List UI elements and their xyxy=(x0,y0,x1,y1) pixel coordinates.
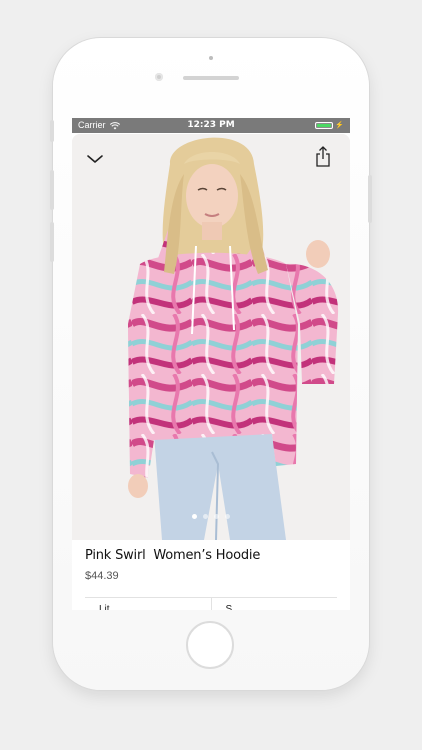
charging-bolt-icon: ⚡ xyxy=(335,122,344,129)
product-title: Pink Swirl Women’s Hoodie xyxy=(85,548,261,563)
mute-switch xyxy=(50,120,54,142)
page-dot-2[interactable] xyxy=(203,514,208,519)
battery-indicator: ⚡ xyxy=(315,122,344,129)
chevron-down-icon xyxy=(84,148,106,170)
product-price: $44.39 xyxy=(85,570,119,582)
phone-screen: Carrier 12:23 PM ⚡ Pink Swirl Women’s Ho… xyxy=(72,118,350,610)
proximity-sensor xyxy=(209,56,213,60)
product-info: Pink Swirl Women’s Hoodie $44.39 Lit S xyxy=(72,540,350,610)
option-selector-2[interactable]: S xyxy=(210,598,338,610)
battery-level xyxy=(317,124,332,127)
volume-down-button xyxy=(50,222,54,262)
earpiece-speaker xyxy=(183,76,239,80)
product-photo xyxy=(72,134,350,540)
status-bar: Carrier 12:23 PM ⚡ xyxy=(72,118,350,133)
option-selector-1[interactable]: Lit xyxy=(85,598,211,610)
front-camera xyxy=(155,73,163,81)
home-button[interactable] xyxy=(186,621,234,669)
battery-icon xyxy=(315,122,334,129)
share-icon xyxy=(314,146,332,168)
page-dot-3[interactable] xyxy=(214,514,219,519)
product-detail-sheet: Pink Swirl Women’s Hoodie $44.39 Lit S xyxy=(72,134,350,610)
app-store-screenshot: Carrier 12:23 PM ⚡ Pink Swirl Women’s Ho… xyxy=(0,0,422,750)
volume-up-button xyxy=(50,170,54,210)
page-dot-4[interactable] xyxy=(225,514,230,519)
product-image-gallery[interactable] xyxy=(72,134,350,540)
page-dot-1[interactable] xyxy=(192,514,197,519)
power-button xyxy=(368,175,372,223)
close-button[interactable] xyxy=(84,148,106,170)
product-options-row: Lit S xyxy=(85,597,337,610)
gallery-page-indicator xyxy=(72,514,350,519)
status-time: 12:23 PM xyxy=(187,120,235,130)
share-button[interactable] xyxy=(314,146,332,168)
